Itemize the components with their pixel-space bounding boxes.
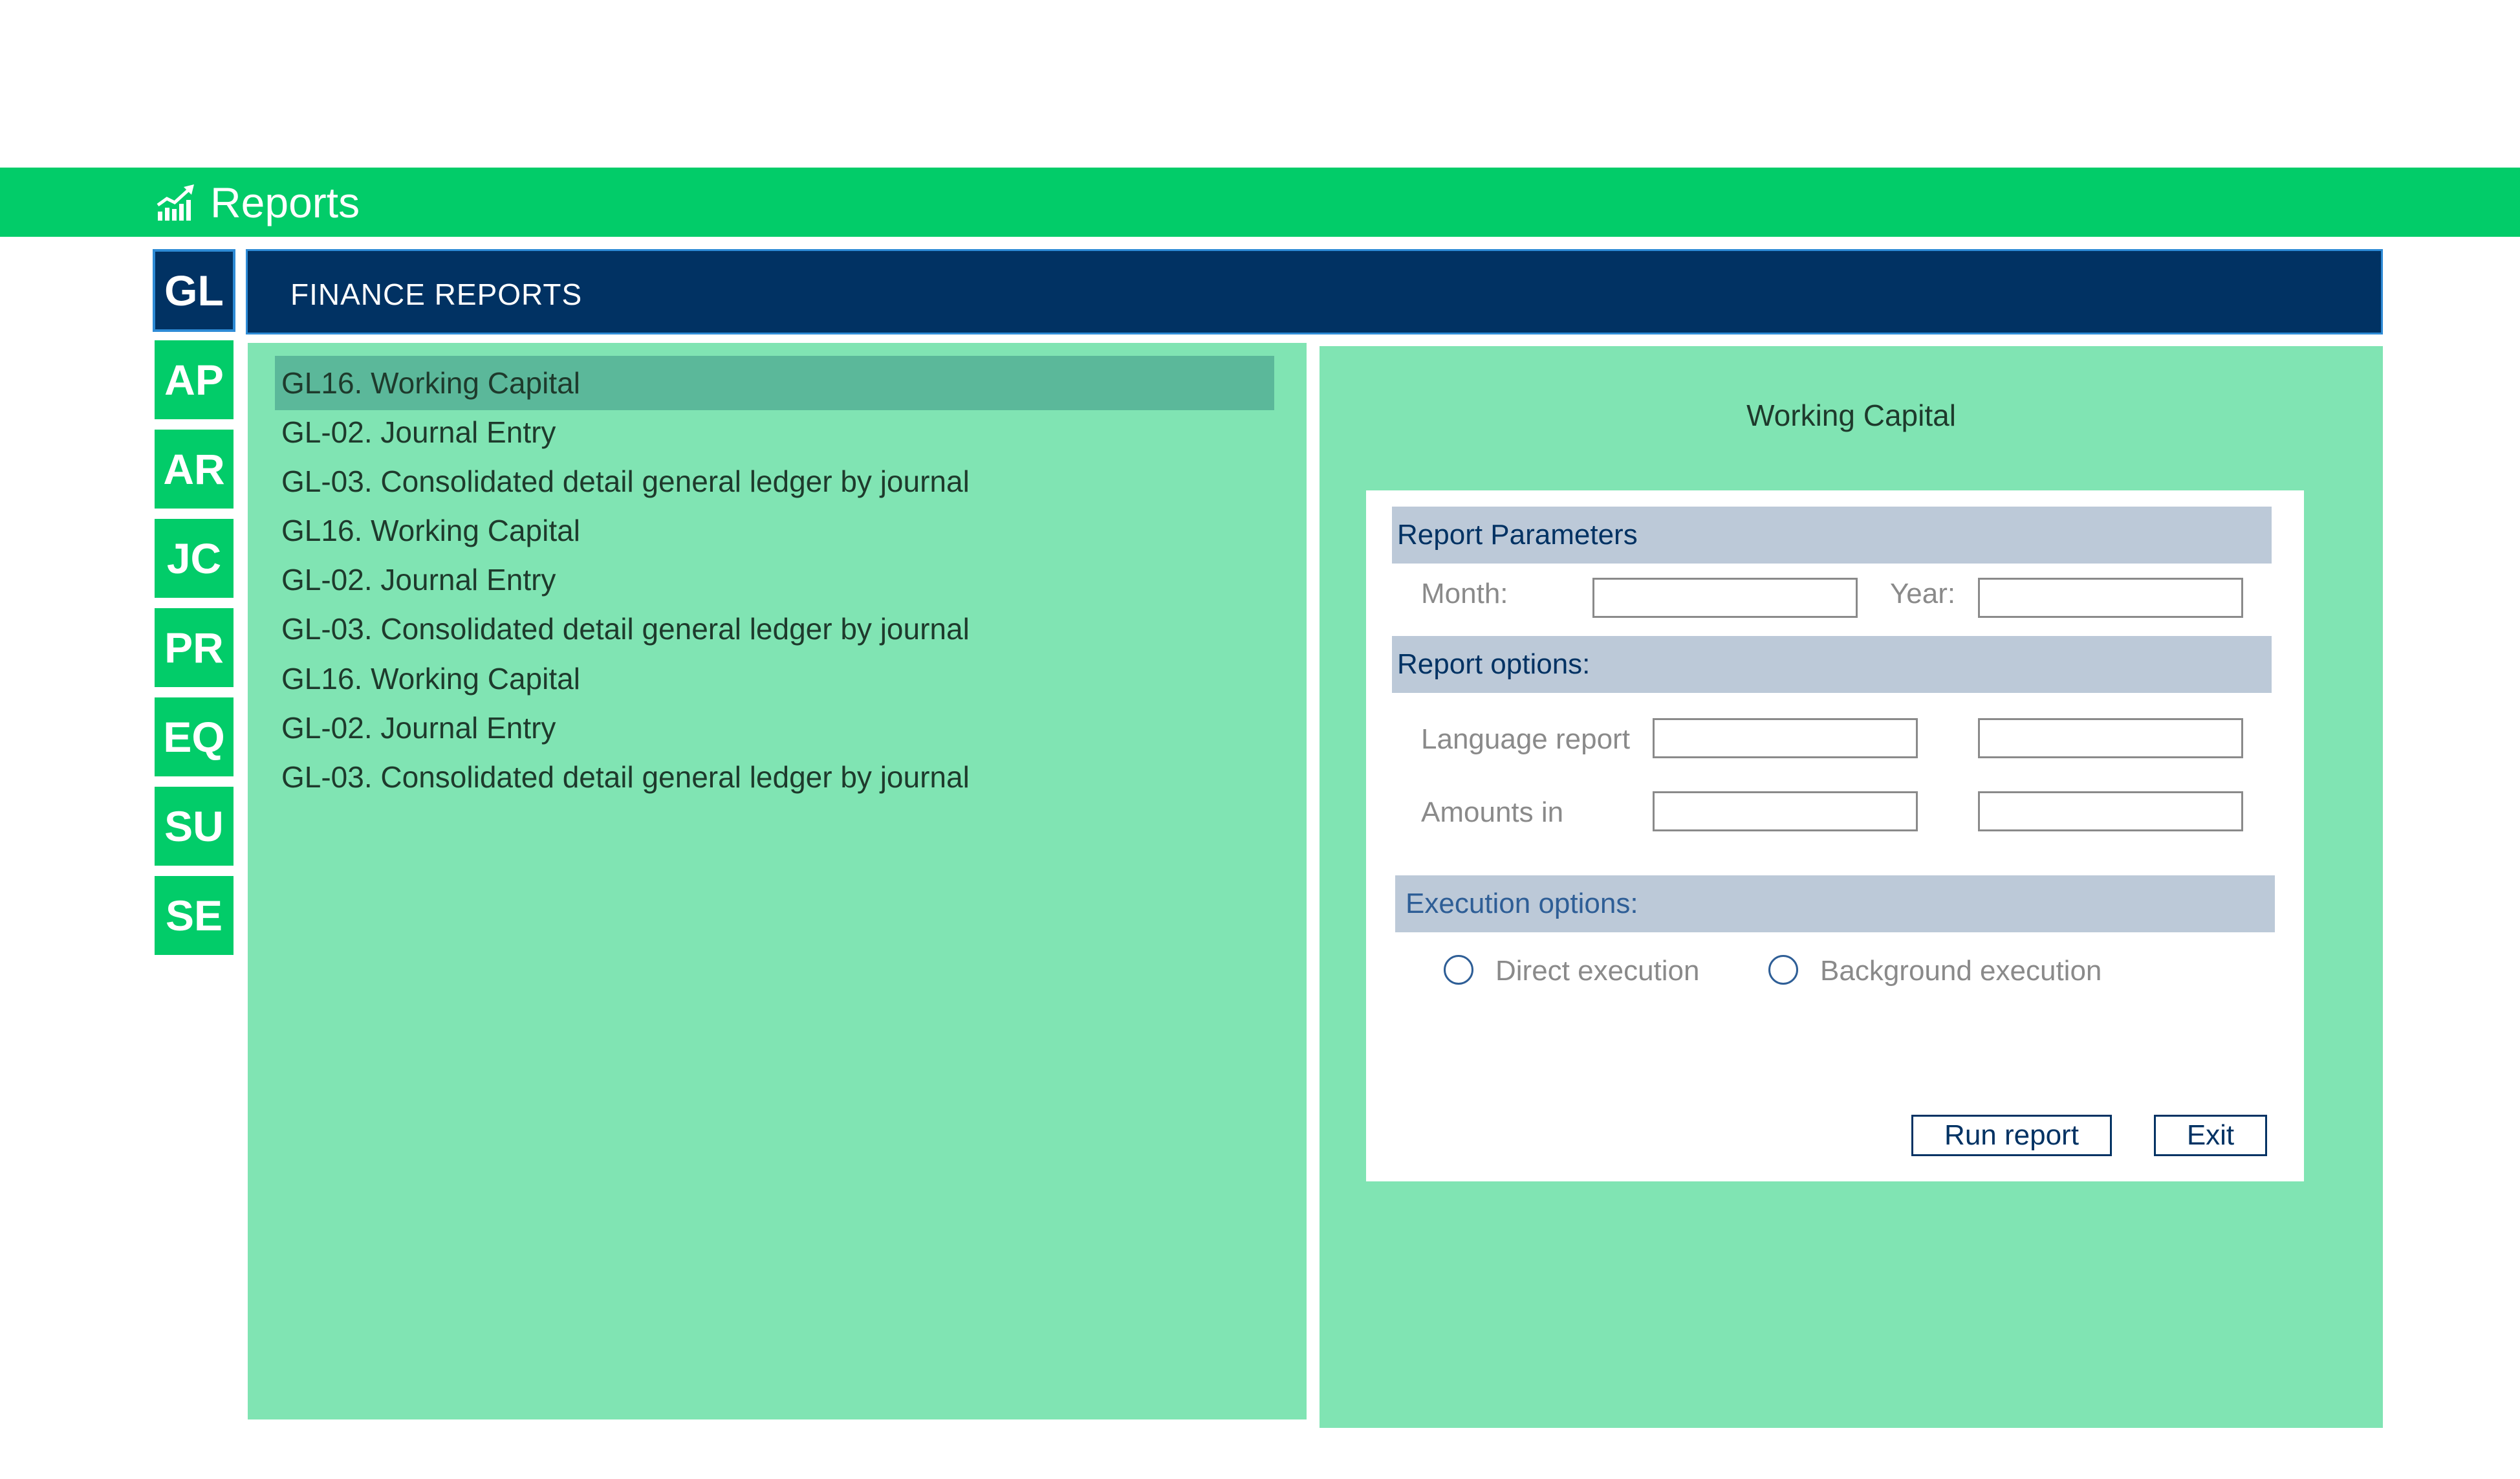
report-list-item[interactable]: GL16. Working Capital [275, 652, 1274, 706]
report-list-item[interactable]: GL16. Working Capital [275, 356, 1274, 410]
report-list-item[interactable]: GL16. Working Capital [275, 503, 1274, 558]
report-list-panel: GL16. Working Capital GL-02. Journal Ent… [246, 341, 1309, 1421]
language-report-field-secondary[interactable] [1978, 718, 2243, 758]
chart-trend-icon [157, 184, 194, 221]
month-label: Month: [1421, 578, 1508, 609]
background-execution-radio[interactable] [1768, 955, 1798, 985]
report-list-item[interactable]: GL-03. Consolidated detail general ledge… [275, 454, 1274, 509]
direct-execution-radio[interactable] [1444, 955, 1473, 985]
app-title: Reports [210, 179, 360, 226]
report-form-card: Report Parameters Month: Year: Report op… [1366, 490, 2304, 1181]
module-tab-gl[interactable]: GL [153, 249, 235, 332]
report-detail-title: Working Capital [1746, 399, 1956, 432]
module-tab-su[interactable]: SU [153, 785, 235, 868]
module-tab-ap[interactable]: AP [153, 338, 235, 421]
language-report-field[interactable] [1653, 718, 1918, 758]
module-tab-eq[interactable]: EQ [153, 696, 235, 778]
execution-options-heading: Execution options: [1395, 875, 2275, 932]
app-header-bar: Reports [0, 168, 2520, 237]
language-report-label: Language report [1421, 723, 1630, 755]
module-tab-se[interactable]: SE [153, 874, 235, 957]
report-options-heading: Report options: [1392, 636, 2272, 693]
month-field[interactable] [1592, 578, 1858, 618]
direct-execution-label: Direct execution [1495, 955, 1700, 987]
report-list-item[interactable]: GL-02. Journal Entry [275, 701, 1274, 755]
report-list-item[interactable]: GL-02. Journal Entry [275, 553, 1274, 607]
report-list-item[interactable]: GL-03. Consolidated detail general ledge… [275, 602, 1274, 656]
report-list-item[interactable]: GL-03. Consolidated detail general ledge… [275, 750, 1274, 804]
report-parameters-heading: Report Parameters [1392, 507, 2272, 564]
exit-button[interactable]: Exit [2154, 1115, 2267, 1156]
report-list-item[interactable]: GL-02. Journal Entry [275, 405, 1274, 459]
module-tab-pr[interactable]: PR [153, 606, 235, 689]
background-execution-label: Background execution [1820, 955, 2102, 987]
run-report-button[interactable]: Run report [1911, 1115, 2112, 1156]
amounts-in-field[interactable] [1653, 791, 1918, 831]
section-title: FINANCE REPORTS [290, 278, 583, 311]
report-detail-panel: Working Capital Report Parameters Month:… [1320, 346, 2383, 1428]
module-tab-ar[interactable]: AR [153, 428, 235, 510]
amounts-in-field-secondary[interactable] [1978, 791, 2243, 831]
section-header: FINANCE REPORTS [246, 249, 2383, 334]
module-tab-jc[interactable]: JC [153, 517, 235, 600]
year-field[interactable] [1978, 578, 2243, 618]
year-label: Year: [1890, 578, 1956, 609]
amounts-in-label: Amounts in [1421, 796, 1564, 828]
